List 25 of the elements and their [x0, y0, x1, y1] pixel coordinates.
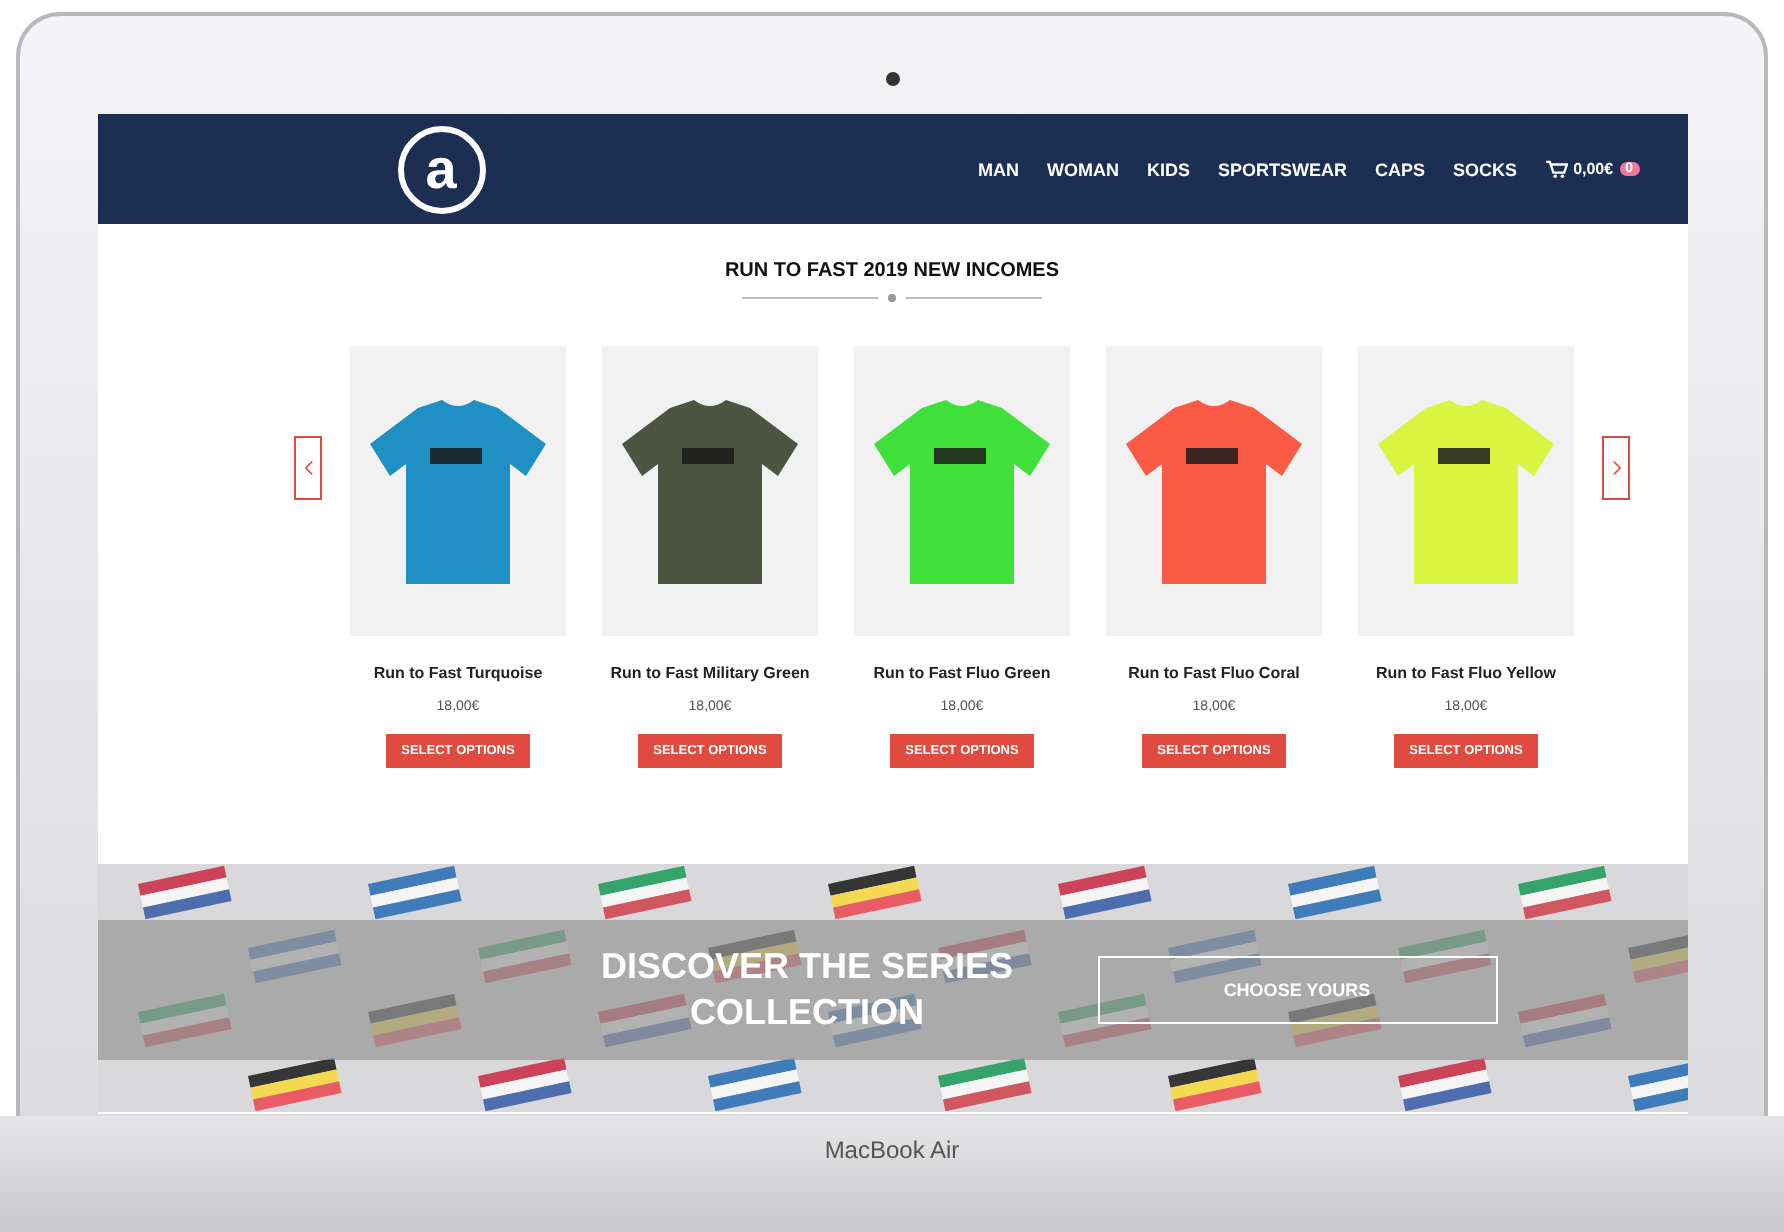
banner-headline: DISCOVER THE SERIES COLLECTION — [598, 943, 1016, 1036]
chevron-left-icon — [303, 459, 313, 475]
nav-link[interactable]: SPORTSWEAR — [1218, 159, 1348, 179]
title-divider-icon — [742, 290, 1042, 306]
product-photo[interactable] — [350, 346, 566, 636]
camera-icon — [885, 72, 899, 86]
product-name[interactable]: Run to Fast Fluo Green — [873, 664, 1051, 682]
nav-link[interactable]: MAN — [978, 159, 1019, 179]
product-name[interactable]: Run to Fast Military Green — [610, 664, 810, 682]
nav-link[interactable]: SOCKS — [1453, 159, 1518, 179]
site-logo[interactable]: a — [397, 125, 485, 213]
section-title: RUN TO FAST 2019 NEW INCOMES — [724, 260, 1060, 282]
product-photo[interactable] — [602, 346, 818, 636]
product-name[interactable]: Run to Fast Fluo Yellow — [1375, 664, 1557, 682]
product-name[interactable]: Run to Fast Fluo Coral — [1128, 664, 1300, 682]
laptop-model-label: MacBook Air — [824, 1136, 960, 1168]
product-name[interactable]: Run to Fast Turquoise — [373, 664, 543, 682]
nav-link[interactable]: WOMAN — [1047, 159, 1119, 179]
cart-icon — [1545, 160, 1568, 178]
previous-arrow-button[interactable] — [294, 435, 322, 499]
next-arrow-button[interactable] — [1602, 435, 1630, 499]
nav-link[interactable]: CAPS — [1375, 159, 1426, 179]
chevron-right-icon — [1611, 459, 1621, 475]
cart-total: 0,00€ — [1573, 160, 1614, 178]
nav-link[interactable]: KIDS — [1147, 159, 1191, 179]
